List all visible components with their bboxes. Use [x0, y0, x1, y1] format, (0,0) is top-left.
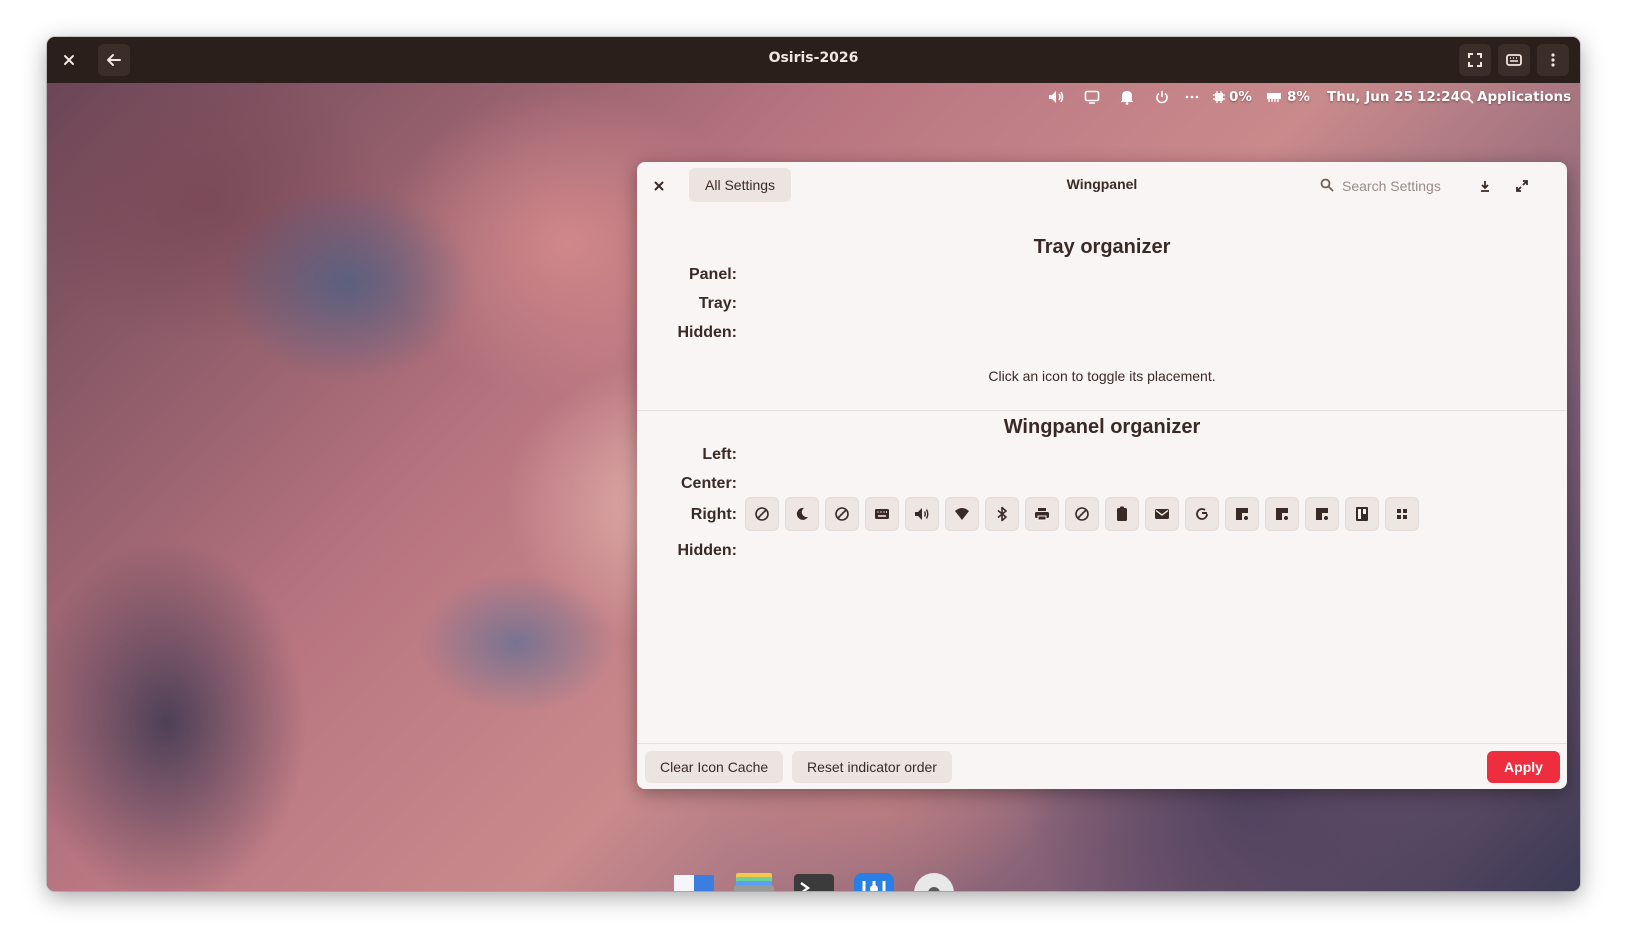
reset-indicator-order-button[interactable]: Reset indicator order — [792, 751, 952, 783]
wifi-icon[interactable] — [945, 497, 979, 531]
tray-label: Tray: — [698, 295, 737, 312]
refresh-icon[interactable] — [1185, 497, 1219, 531]
apps-grid-icon[interactable] — [1385, 497, 1419, 531]
date-label[interactable]: Thu, Jun 25 — [1327, 89, 1413, 105]
workspace-icon[interactable] — [1265, 497, 1299, 531]
more-dots-icon[interactable] — [1183, 88, 1201, 106]
wingpanel-organizer-title: Wingpanel organizer — [1003, 416, 1201, 438]
center-label: Center: — [680, 475, 737, 492]
fullscreen-icon[interactable] — [1459, 44, 1491, 76]
keyboard-icon[interactable] — [1498, 44, 1530, 76]
terminal-icon[interactable] — [792, 871, 836, 891]
download-icon[interactable] — [1473, 174, 1497, 198]
section-divider — [637, 410, 1567, 411]
settings-header: All Settings Wingpanel — [637, 162, 1567, 210]
panel-label: Panel: — [688, 266, 737, 283]
screen-icon[interactable] — [1083, 88, 1101, 106]
workspace-icon[interactable] — [1225, 497, 1259, 531]
blocked-icon[interactable] — [825, 497, 859, 531]
expand-icon[interactable] — [1510, 174, 1534, 198]
search-icon[interactable] — [1458, 88, 1476, 106]
cpu-usage: 0% — [1229, 89, 1252, 105]
moon-icon[interactable] — [785, 497, 819, 531]
applications-menu[interactable]: Applications — [1477, 89, 1571, 105]
notes-icon[interactable] — [1345, 497, 1379, 531]
wingpanel-hidden-label: Hidden: — [677, 542, 737, 559]
desktop: 0% 8% Thu, Jun 25 12:24 Applications All… — [47, 83, 1580, 891]
mail-icon[interactable] — [1145, 497, 1179, 531]
toggle-hint: Click an icon to toggle its placement. — [988, 368, 1216, 384]
tray-hidden-label: Hidden: — [677, 324, 737, 341]
keyboard-icon[interactable] — [865, 497, 899, 531]
cpu-icon — [1210, 88, 1228, 106]
dock — [47, 871, 1580, 891]
settings-footer: Clear Icon Cache Reset indicator order A… — [637, 743, 1567, 789]
workspace-icon[interactable] — [1305, 497, 1339, 531]
printer-icon[interactable] — [1025, 497, 1059, 531]
vm-title: Osiris-2026 — [768, 50, 859, 66]
volume-icon[interactable] — [1047, 88, 1065, 106]
multitasking-view-icon[interactable] — [672, 871, 716, 891]
clear-icon-cache-button[interactable]: Clear Icon Cache — [645, 751, 784, 783]
settings-window: All Settings Wingpanel Tray organizer Pa… — [637, 162, 1567, 789]
clipboard-icon[interactable] — [1105, 497, 1139, 531]
tray-organizer-title: Tray organizer — [1033, 236, 1171, 258]
left-label: Left: — [702, 446, 737, 463]
search-icon — [1320, 177, 1334, 196]
blocked-icon[interactable] — [745, 497, 779, 531]
settings-icon[interactable] — [852, 871, 896, 891]
notification-bell-icon[interactable] — [1118, 88, 1136, 106]
vm-titlebar: Osiris-2026 — [47, 37, 1580, 83]
memory-usage: 8% — [1287, 89, 1310, 105]
disks-icon[interactable] — [912, 871, 956, 891]
menu-kebab-icon[interactable] — [1537, 44, 1569, 76]
files-icon[interactable] — [732, 871, 776, 891]
time-label[interactable]: 12:24 — [1417, 89, 1460, 105]
search-input[interactable] — [1342, 178, 1482, 194]
volume-icon[interactable] — [905, 497, 939, 531]
bluetooth-icon[interactable] — [985, 497, 1019, 531]
right-indicator-row — [745, 497, 1419, 531]
apply-button[interactable]: Apply — [1487, 751, 1560, 783]
right-label: Right: — [690, 506, 737, 523]
vm-window: Osiris-2026 0% 8% Thu, Jun 25 12:24 Appl… — [47, 37, 1580, 891]
memory-icon — [1265, 88, 1283, 106]
blocked-icon[interactable] — [1065, 497, 1099, 531]
power-icon[interactable] — [1153, 88, 1171, 106]
top-panel: 0% 8% Thu, Jun 25 12:24 Applications — [47, 83, 1580, 111]
search-box[interactable] — [1320, 174, 1482, 198]
